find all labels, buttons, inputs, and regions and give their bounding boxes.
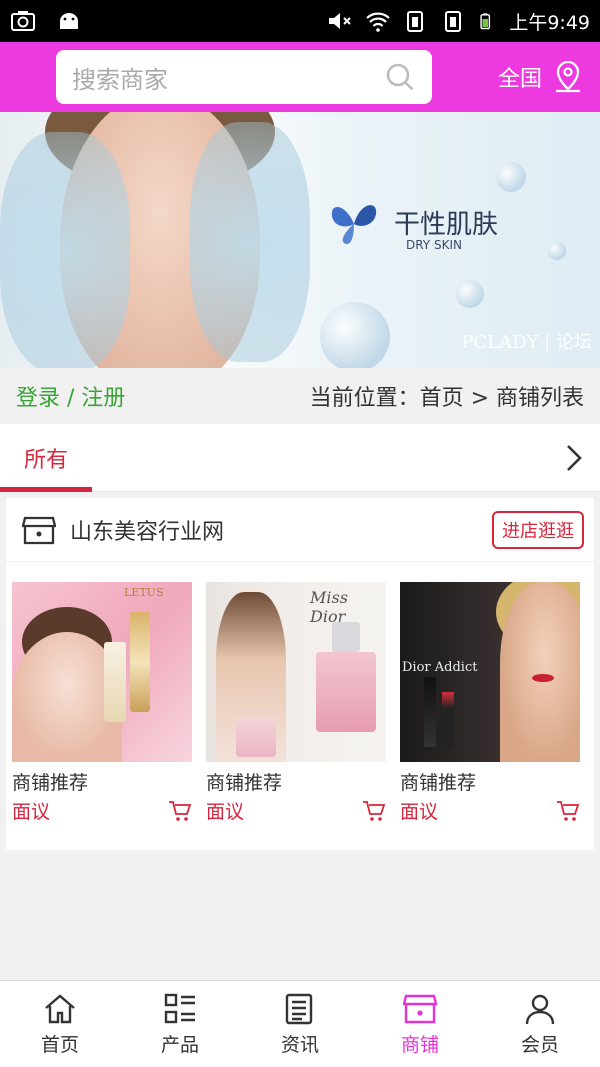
region-label: 全国: [497, 67, 542, 92]
product-image-lipstick: [442, 692, 454, 747]
category-tabs: 所有: [0, 424, 600, 492]
product-price: 面议: [400, 801, 439, 823]
user-icon: [525, 994, 555, 1024]
nav-label: 商铺: [400, 1033, 439, 1056]
home-icon: [45, 993, 75, 1023]
nav-shops[interactable]: 商铺: [360, 981, 480, 1067]
search-input[interactable]: 搜索商家: [56, 50, 432, 104]
product-item[interactable]: Dior Addict 商铺推荐 面议: [400, 582, 580, 824]
banner-title: 干性肌肤: [394, 210, 499, 240]
product-image[interactable]: Dior Addict: [400, 582, 580, 762]
search-icon[interactable]: [384, 61, 416, 93]
nav-news[interactable]: 资讯: [240, 981, 360, 1067]
product-image-model: [500, 582, 580, 762]
product-price: 面议: [12, 801, 51, 823]
shop-name[interactable]: 山东美容行业网: [70, 514, 224, 546]
sim-signal-icon: [407, 11, 424, 32]
chevron-right-icon[interactable]: [560, 442, 588, 474]
visit-shop-button[interactable]: 进店逛逛: [492, 510, 584, 549]
shop-card: 山东美容行业网 进店逛逛 LETUS 商铺推荐 面议 Miss Dior 商铺推…: [6, 498, 594, 850]
banner-water-splash-left: [0, 132, 130, 368]
location-pin-icon: [556, 60, 580, 93]
battery-icon: [480, 13, 491, 30]
cart-icon[interactable]: [168, 800, 192, 822]
product-image-bottle: [236, 717, 276, 757]
product-image[interactable]: LETUS: [12, 582, 192, 762]
nav-home[interactable]: 首页: [0, 981, 120, 1067]
promo-banner[interactable]: 干性肌肤 DRY SKIN PCLADY | 论坛: [0, 112, 600, 368]
nav-label: 会员: [520, 1033, 559, 1056]
store-icon: [22, 516, 56, 544]
product-image-bottle: [130, 612, 150, 712]
header: 搜索商家 全国: [0, 42, 600, 112]
product-name[interactable]: 商铺推荐: [12, 768, 192, 795]
product-image-lips: [532, 674, 554, 682]
bottom-nav: 首页 产品 资讯 商铺 会员: [0, 980, 600, 1067]
sim-signal-2-icon: [445, 11, 462, 32]
product-image-bottle: [104, 642, 126, 722]
breadcrumb: 当前位置：首页 > 商铺列表: [309, 386, 584, 411]
banner-bubble: [320, 302, 390, 368]
product-image-bottle-cap: [332, 622, 360, 652]
status-bar: 上午9:49: [0, 0, 600, 42]
wifi-icon: [366, 12, 391, 32]
cart-icon[interactable]: [362, 800, 386, 822]
product-price: 面议: [206, 801, 245, 823]
product-item[interactable]: Miss Dior 商铺推荐 面议: [206, 582, 386, 824]
store-icon: [403, 994, 437, 1023]
region-selector[interactable]: 全国: [498, 42, 584, 112]
product-image-brand: Miss Dior: [310, 588, 348, 626]
product-image-brand: LETUS: [124, 586, 164, 599]
product-name[interactable]: 商铺推荐: [206, 768, 386, 795]
nav-label: 首页: [40, 1033, 79, 1056]
banner-bubble: [456, 280, 484, 308]
banner-subtitle: DRY SKIN: [406, 238, 462, 252]
news-icon: [285, 993, 313, 1024]
product-image-lipstick: [424, 677, 436, 747]
butterfly-icon: [331, 205, 377, 245]
shop-header: 山东美容行业网 进店逛逛: [6, 498, 594, 562]
nav-products[interactable]: 产品: [120, 981, 240, 1067]
banner-bubble: [496, 162, 526, 192]
login-register-link[interactable]: 登录 / 注册: [16, 380, 125, 412]
android-icon: [60, 13, 78, 29]
screenshot-icon: [11, 11, 35, 31]
nav-member[interactable]: 会员: [480, 981, 600, 1067]
login-breadcrumb-row: 登录 / 注册 当前位置：首页 > 商铺列表: [0, 368, 600, 424]
search-placeholder: 搜索商家: [72, 65, 168, 94]
product-image[interactable]: Miss Dior: [206, 582, 386, 762]
cart-icon[interactable]: [556, 800, 580, 822]
mute-icon: [329, 13, 352, 29]
nav-label: 产品: [160, 1033, 199, 1056]
product-image-bottle: [316, 652, 376, 732]
banner-bubble: [548, 242, 566, 260]
banner-watermark: PCLADY | 论坛: [461, 332, 592, 353]
product-list: LETUS 商铺推荐 面议 Miss Dior 商铺推荐 面议 Dior Add…: [12, 582, 588, 824]
grid-list-icon: [164, 993, 195, 1023]
product-image-brand: Dior Addict: [402, 660, 478, 675]
product-item[interactable]: LETUS 商铺推荐 面议: [12, 582, 192, 824]
nav-label: 资讯: [280, 1033, 319, 1056]
tab-all[interactable]: 所有: [0, 424, 92, 492]
banner-water-splash-right: [190, 122, 310, 362]
product-name[interactable]: 商铺推荐: [400, 768, 580, 795]
status-time: 上午9:49: [509, 11, 590, 34]
